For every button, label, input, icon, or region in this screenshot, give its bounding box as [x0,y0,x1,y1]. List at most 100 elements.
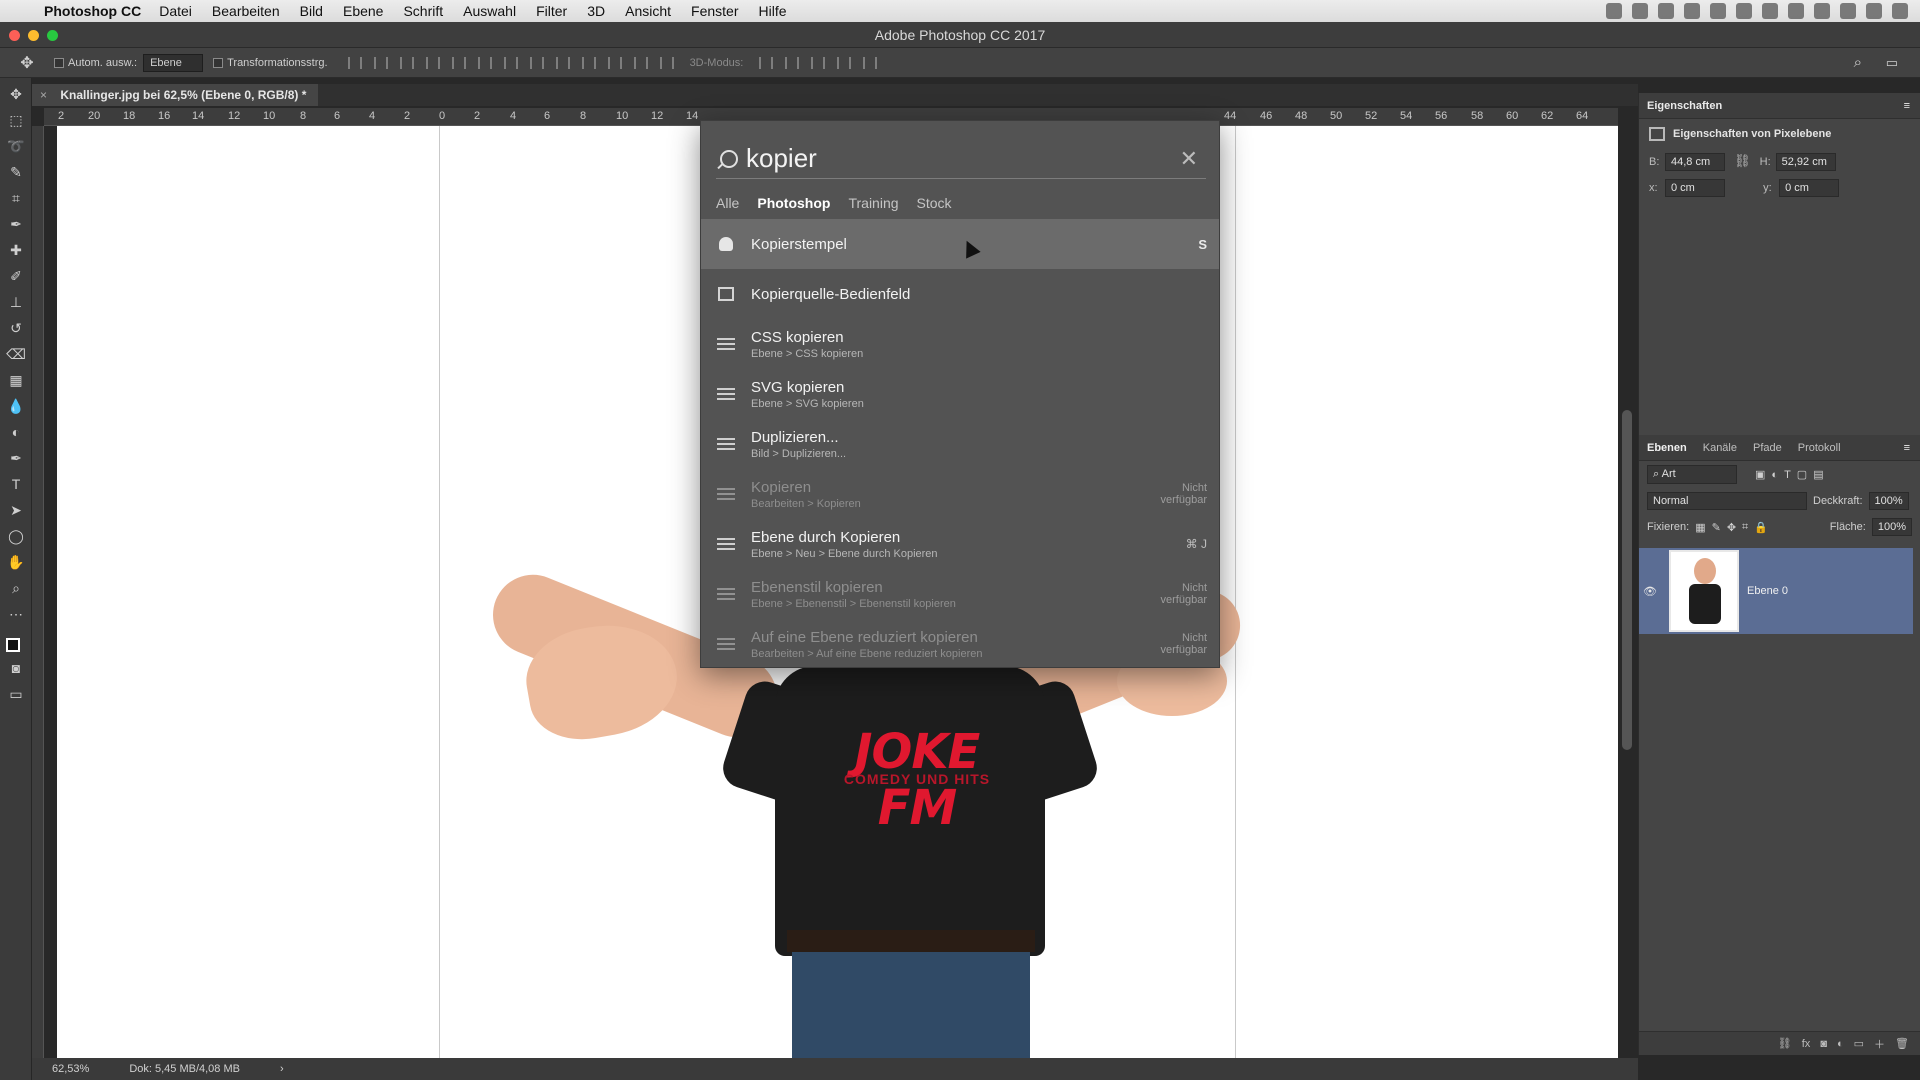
link-icon[interactable]: ⛓ [1734,153,1751,168]
menu-ebene[interactable]: Ebene [343,3,383,19]
tab-ebenen[interactable]: Ebenen [1647,442,1687,454]
distribute-top-icon[interactable] [503,56,518,69]
filter-smart-object-icon[interactable]: ▤ [1813,468,1823,481]
result-ebene-durch-kopieren[interactable]: Ebene durch Kopieren Ebene > Neu > Ebene… [701,519,1219,569]
vertical-scrollbar[interactable] [1622,410,1632,750]
auto-select-dropdown[interactable]: Ebene [143,53,204,72]
zoom-level[interactable]: 62,53% [52,1063,89,1075]
close-tab-icon[interactable]: × [40,88,47,102]
distribute-left-icon[interactable] [581,56,596,69]
clone-stamp-tool-icon[interactable]: ⊥ [6,292,26,312]
sync-icon[interactable] [1736,3,1752,19]
lock-all-icon[interactable]: 🔒 [1754,521,1768,534]
display-icon[interactable] [1658,3,1674,19]
notification-icon[interactable] [1892,3,1908,19]
adjustment-layer-icon[interactable]: ◐ [1837,1038,1844,1050]
lock-position-icon[interactable]: ✥ [1727,521,1736,534]
tab-stock[interactable]: Stock [917,195,952,211]
align-vcenter-icon[interactable] [373,56,388,69]
type-tool-icon[interactable]: T [6,474,26,494]
tab-alle[interactable]: Alle [716,195,739,211]
quick-mask-icon[interactable]: ◙ [6,658,26,678]
3d-slide-icon[interactable] [837,56,852,69]
3d-roll-icon[interactable] [785,56,800,69]
menu-filter[interactable]: Filter [536,3,567,19]
tab-pfade[interactable]: Pfade [1753,442,1782,454]
path-select-tool-icon[interactable]: ➤ [6,500,26,520]
app-tray-icon[interactable] [1710,3,1726,19]
new-group-icon[interactable]: ▭ [1854,1037,1864,1050]
eyedropper-tool-icon[interactable]: ✒ [6,214,26,234]
fill-input[interactable]: 100% [1871,518,1912,536]
transform-controls-checkbox[interactable] [213,57,224,68]
move-tool-icon[interactable]: ✥ [6,84,26,104]
distribute-right-icon[interactable] [633,56,648,69]
brush-tool-icon[interactable]: ✐ [6,266,26,286]
crop-tool-icon[interactable]: ⌗ [6,188,26,208]
distribute-bottom-icon[interactable] [555,56,570,69]
menu-bearbeiten[interactable]: Bearbeiten [212,3,280,19]
y-input[interactable]: 0 cm [1779,179,1840,197]
visibility-eye-icon[interactable]: 👁 [1639,585,1661,598]
blur-tool-icon[interactable]: 💧 [6,396,26,416]
menu-3d[interactable]: 3D [587,3,605,19]
distribute-vcenter-icon[interactable] [529,56,544,69]
siri-icon[interactable] [1866,3,1882,19]
menu-hilfe[interactable]: Hilfe [759,3,787,19]
hand-tool-icon[interactable]: ✋ [6,552,26,572]
filter-pixel-icon[interactable]: ▣ [1755,468,1765,481]
menu-auswahl[interactable]: Auswahl [463,3,516,19]
quick-select-tool-icon[interactable]: ✎ [6,162,26,182]
time-machine-icon[interactable] [1762,3,1778,19]
pen-tool-icon[interactable]: ✒ [6,448,26,468]
filter-adjustment-icon[interactable]: ◐ [1771,469,1778,481]
app-menu[interactable]: Photoshop CC [44,3,141,19]
workspace-icon[interactable]: ▭ [1886,55,1898,71]
result-svg-kopieren[interactable]: SVG kopieren Ebene > SVG kopieren [701,369,1219,419]
new-layer-icon[interactable]: ＋ [1874,1036,1885,1052]
lock-pixels-icon[interactable]: ✎ [1712,521,1721,534]
link-layers-icon[interactable]: ⛓ [1778,1037,1792,1050]
align-bottom-icon[interactable] [399,56,414,69]
menu-bild[interactable]: Bild [300,3,323,19]
fx-icon[interactable]: fx [1802,1038,1811,1050]
close-window-icon[interactable] [9,30,20,41]
height-input[interactable]: 52,92 cm [1775,153,1836,171]
tab-protokoll[interactable]: Protokoll [1798,442,1841,454]
align-left-icon[interactable] [425,56,440,69]
properties-title[interactable]: Eigenschaften [1647,100,1722,112]
align-right-icon[interactable] [477,56,492,69]
distribute-hcenter-icon[interactable] [607,56,622,69]
marquee-tool-icon[interactable]: ⬚ [6,110,26,130]
opacity-input[interactable]: 100% [1868,492,1909,510]
width-input[interactable]: 44,8 cm [1665,153,1725,171]
tab-kanaele[interactable]: Kanäle [1703,442,1737,454]
align-hcenter-icon[interactable] [451,56,466,69]
panel-menu-icon[interactable]: ≡ [1904,100,1910,112]
search-input[interactable] [746,143,1166,174]
dodge-tool-icon[interactable]: ◐ [6,422,26,442]
lock-transparency-icon[interactable]: ▦ [1695,521,1705,534]
creative-cloud-icon[interactable] [1684,3,1700,19]
minimize-window-icon[interactable] [28,30,39,41]
result-duplizieren[interactable]: Duplizieren... Bild > Duplizieren... [701,419,1219,469]
3d-rotate-icon[interactable] [759,56,774,69]
filter-type-icon[interactable]: T [1784,469,1791,481]
3d-drag-icon[interactable] [811,56,826,69]
menu-ansicht[interactable]: Ansicht [625,3,671,19]
color-swatches-icon[interactable] [6,638,20,652]
menu-schrift[interactable]: Schrift [403,3,443,19]
document-tab[interactable]: × Knallinger.jpg bei 62,5% (Ebene 0, RGB… [32,84,319,106]
layer-row[interactable]: 👁 Ebene 0 [1639,548,1913,634]
search-icon[interactable]: ⌕ [1854,54,1862,71]
align-top-icon[interactable] [347,56,362,69]
lock-artboard-icon[interactable]: ⌗ [1742,521,1748,534]
healing-tool-icon[interactable]: ✚ [6,240,26,260]
panel-menu-icon[interactable]: ≡ [1904,442,1910,454]
status-expand-icon[interactable]: › [280,1063,284,1075]
lasso-tool-icon[interactable]: ➰ [6,136,26,156]
3d-scale-icon[interactable] [863,56,878,69]
bluetooth-icon[interactable] [1788,3,1804,19]
delete-layer-icon[interactable]: 🗑 [1895,1037,1909,1050]
tab-photoshop[interactable]: Photoshop [757,195,830,211]
